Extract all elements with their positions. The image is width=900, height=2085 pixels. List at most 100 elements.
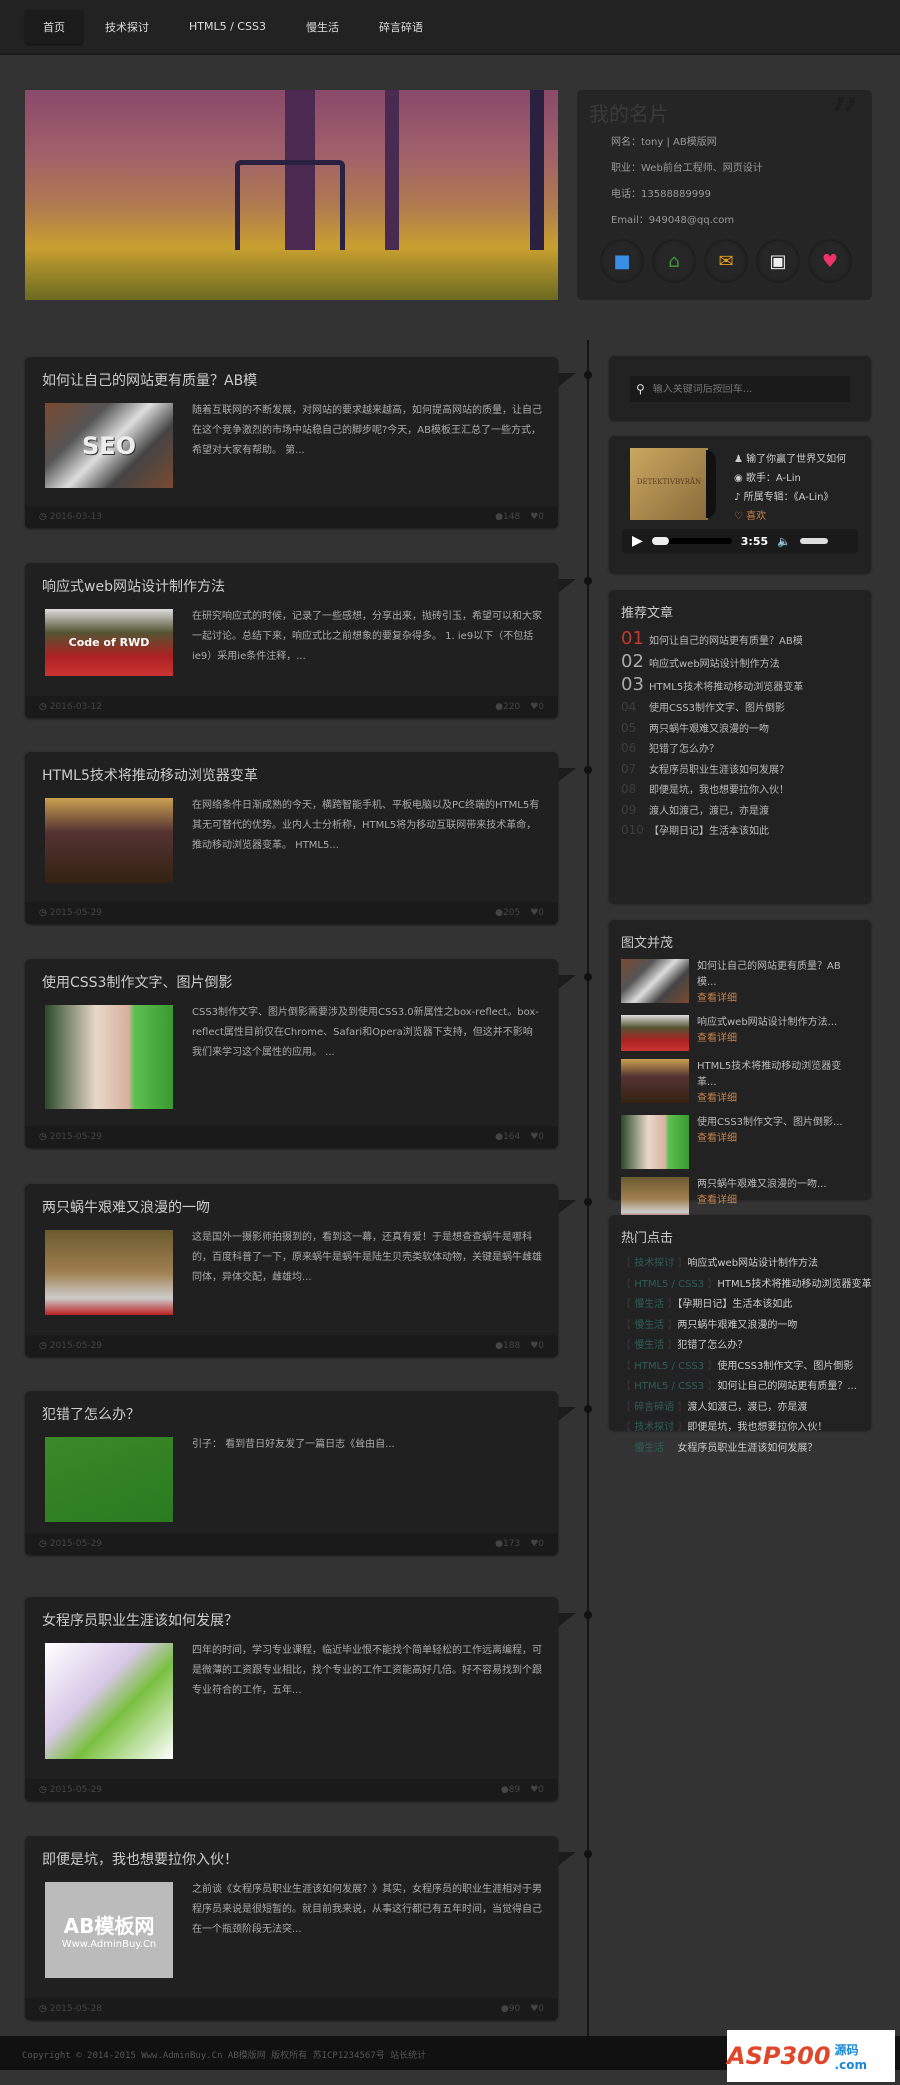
hot-category[interactable]: 碎言碎语	[634, 1402, 674, 1413]
hot-item[interactable]: 【 技术探讨 】响应式web网站设计制作方法	[609, 1254, 871, 1275]
hot-link[interactable]: 【孕期日记】生活本该如此	[677, 1299, 792, 1310]
post-thumbnail[interactable]	[45, 1643, 173, 1759]
comments-count[interactable]: ●89	[501, 1785, 520, 1795]
comments-count[interactable]: ●205	[495, 908, 520, 918]
likes-count[interactable]: ♥0	[530, 1341, 544, 1351]
recommended-item[interactable]: 09 渡人如渡己，渡已，亦是渡	[609, 801, 871, 822]
hot-link[interactable]: 渡人如渡己，渡已，亦是渡	[687, 1402, 807, 1413]
comments-count[interactable]: ●220	[495, 702, 520, 712]
likes-count[interactable]: ♥0	[530, 1539, 544, 1549]
nav-musings[interactable]: 碎言碎语	[361, 10, 441, 44]
gallery-thumbnail[interactable]	[621, 1059, 689, 1103]
gallery-item-title[interactable]: 使用CSS3制作文字、图片倒影...	[697, 1117, 843, 1128]
post-thumbnail[interactable]	[45, 1005, 173, 1109]
recommended-link[interactable]: 犯错了怎么办？	[649, 740, 719, 760]
post-title[interactable]: 女程序员职业生涯该如何发展？	[25, 1597, 558, 1630]
likes-count[interactable]: ♥0	[530, 2004, 544, 2014]
hot-item[interactable]: 【 慢生活 】女程序员职业生涯该如何发展？	[609, 1439, 871, 1460]
comments-count[interactable]: ●148	[495, 512, 520, 522]
search-box[interactable]: ⚲	[630, 376, 850, 402]
gallery-thumbnail[interactable]	[621, 959, 689, 1003]
gallery-item[interactable]: 响应式web网站设计制作方法... 查看详细	[609, 1015, 871, 1059]
heart-icon[interactable]: ♥	[809, 240, 851, 282]
hot-category[interactable]: 技术探讨	[634, 1258, 674, 1269]
comments-count[interactable]: ●164	[495, 1132, 520, 1142]
hot-category[interactable]: HTML5 / CSS3	[634, 1279, 704, 1290]
hot-item[interactable]: 【 慢生活 】两只蜗牛艰难又浪漫的一吻	[609, 1316, 871, 1337]
volume-icon[interactable]: 🔈	[777, 535, 791, 548]
post-thumbnail[interactable]: SEO	[45, 403, 173, 488]
hot-item[interactable]: 【 慢生活 】犯错了怎么办？	[609, 1336, 871, 1357]
hot-item[interactable]: 【 技术探讨 】即便是坑，我也想要拉你入伙！	[609, 1418, 871, 1439]
recommended-item[interactable]: 010 【孕期日记】生活本该如此	[609, 821, 871, 842]
hot-item[interactable]: 【 HTML5 / CSS3 】HTML5技术将推动移动浏览器变革	[609, 1275, 871, 1296]
post-title[interactable]: 两只蜗牛艰难又浪漫的一吻	[25, 1184, 558, 1217]
hot-category[interactable]: HTML5 / CSS3	[634, 1381, 704, 1392]
recommended-item[interactable]: 07 女程序员职业生涯该如何发展？	[609, 760, 871, 781]
recommended-link[interactable]: 即便是坑，我也想要拉你入伙！	[649, 781, 789, 801]
post-thumbnail[interactable]: Code of RWD	[45, 609, 173, 676]
post-thumbnail[interactable]	[45, 1437, 173, 1522]
recommended-link[interactable]: 两只蜗牛艰难又浪漫的一吻	[649, 720, 769, 740]
gallery-item-title[interactable]: 如何让自己的网站更有质量？AB模...	[697, 961, 841, 988]
hot-link[interactable]: 女程序员职业生涯该如何发展？	[677, 1443, 817, 1454]
gallery-item-title[interactable]: 两只蜗牛艰难又浪漫的一吻...	[697, 1179, 827, 1190]
recommended-link[interactable]: 女程序员职业生涯该如何发展？	[649, 761, 789, 781]
likes-count[interactable]: ♥0	[530, 702, 544, 712]
like-button[interactable]: ♡ 喜欢	[734, 507, 846, 526]
hot-link[interactable]: 即便是坑，我也想要拉你入伙！	[687, 1422, 827, 1433]
hot-link[interactable]: HTML5技术将推动移动浏览器变革	[717, 1279, 871, 1290]
comments-count[interactable]: ●188	[495, 1341, 520, 1351]
gallery-item-title[interactable]: HTML5技术将推动移动浏览器变革...	[697, 1061, 841, 1088]
gallery-thumbnail[interactable]	[621, 1015, 689, 1051]
mail-icon[interactable]: ✉	[705, 240, 747, 282]
recommended-link[interactable]: 渡人如渡己，渡已，亦是渡	[649, 802, 769, 822]
home-icon[interactable]: ⌂	[653, 240, 695, 282]
hot-category[interactable]: 慢生活	[634, 1299, 664, 1310]
recommended-link[interactable]: 使用CSS3制作文字、图片倒影	[649, 699, 785, 719]
hot-category[interactable]: 慢生活	[634, 1320, 664, 1331]
recommended-link[interactable]: HTML5技术将推动移动浏览器变革	[649, 678, 803, 698]
hot-link[interactable]: 两只蜗牛艰难又浪漫的一吻	[677, 1320, 797, 1331]
gallery-item[interactable]: HTML5技术将推动移动浏览器变革... 查看详细	[609, 1059, 871, 1115]
view-details-link[interactable]: 查看详细	[697, 1031, 837, 1047]
hot-link[interactable]: 使用CSS3制作文字、图片倒影	[717, 1361, 853, 1372]
gallery-item[interactable]: 如何让自己的网站更有质量？AB模... 查看详细	[609, 959, 871, 1015]
volume-slider[interactable]	[799, 538, 828, 544]
likes-count[interactable]: ♥0	[530, 908, 544, 918]
recommended-item[interactable]: 08 即便是坑，我也想要拉你入伙！	[609, 780, 871, 801]
gallery-icon[interactable]: ▣	[757, 240, 799, 282]
post-title[interactable]: 犯错了怎么办？	[25, 1391, 558, 1424]
hot-item[interactable]: 【 HTML5 / CSS3 】使用CSS3制作文字、图片倒影	[609, 1357, 871, 1378]
recommended-item[interactable]: 02 响应式web网站设计制作方法	[609, 652, 871, 675]
post-title[interactable]: 使用CSS3制作文字、图片倒影	[25, 959, 558, 992]
post-thumbnail[interactable]	[45, 1230, 173, 1315]
gallery-item-title[interactable]: 响应式web网站设计制作方法...	[697, 1017, 837, 1028]
nav-tech[interactable]: 技术探讨	[87, 10, 167, 44]
play-icon[interactable]: ▶	[632, 533, 643, 549]
view-details-link[interactable]: 查看详细	[697, 1193, 827, 1209]
likes-count[interactable]: ♥0	[530, 1132, 544, 1142]
hot-item[interactable]: 【 碎言碎语 】渡人如渡己，渡已，亦是渡	[609, 1398, 871, 1419]
search-input[interactable]	[652, 383, 843, 395]
view-details-link[interactable]: 查看详细	[697, 991, 859, 1007]
view-details-link[interactable]: 查看详细	[697, 1091, 859, 1107]
hot-category[interactable]: 技术探讨	[634, 1422, 674, 1433]
hot-category[interactable]: 慢生活	[634, 1340, 664, 1351]
hot-category[interactable]: HTML5 / CSS3	[634, 1361, 704, 1372]
comments-count[interactable]: ●90	[501, 2004, 520, 2014]
nav-html5-css3[interactable]: HTML5 / CSS3	[171, 11, 284, 42]
nav-slow-life[interactable]: 慢生活	[288, 10, 357, 44]
post-thumbnail[interactable]	[45, 798, 173, 883]
gallery-thumbnail[interactable]	[621, 1115, 689, 1169]
post-title[interactable]: 即便是坑，我也想要拉你入伙！	[25, 1836, 558, 1869]
view-details-link[interactable]: 查看详细	[697, 1131, 843, 1147]
recommended-link[interactable]: 如何让自己的网站更有质量？AB模	[649, 632, 803, 652]
chat-icon[interactable]: ■	[601, 240, 643, 282]
nav-home[interactable]: 首页	[25, 9, 83, 44]
post-thumbnail[interactable]: AB模板网 Www.AdminBuy.Cn	[45, 1882, 173, 1978]
recommended-item[interactable]: 01 如何让自己的网站更有质量？AB模	[609, 629, 871, 652]
likes-count[interactable]: ♥0	[530, 512, 544, 522]
recommended-link[interactable]: 响应式web网站设计制作方法	[649, 655, 780, 675]
hot-link[interactable]: 响应式web网站设计制作方法	[687, 1258, 818, 1269]
